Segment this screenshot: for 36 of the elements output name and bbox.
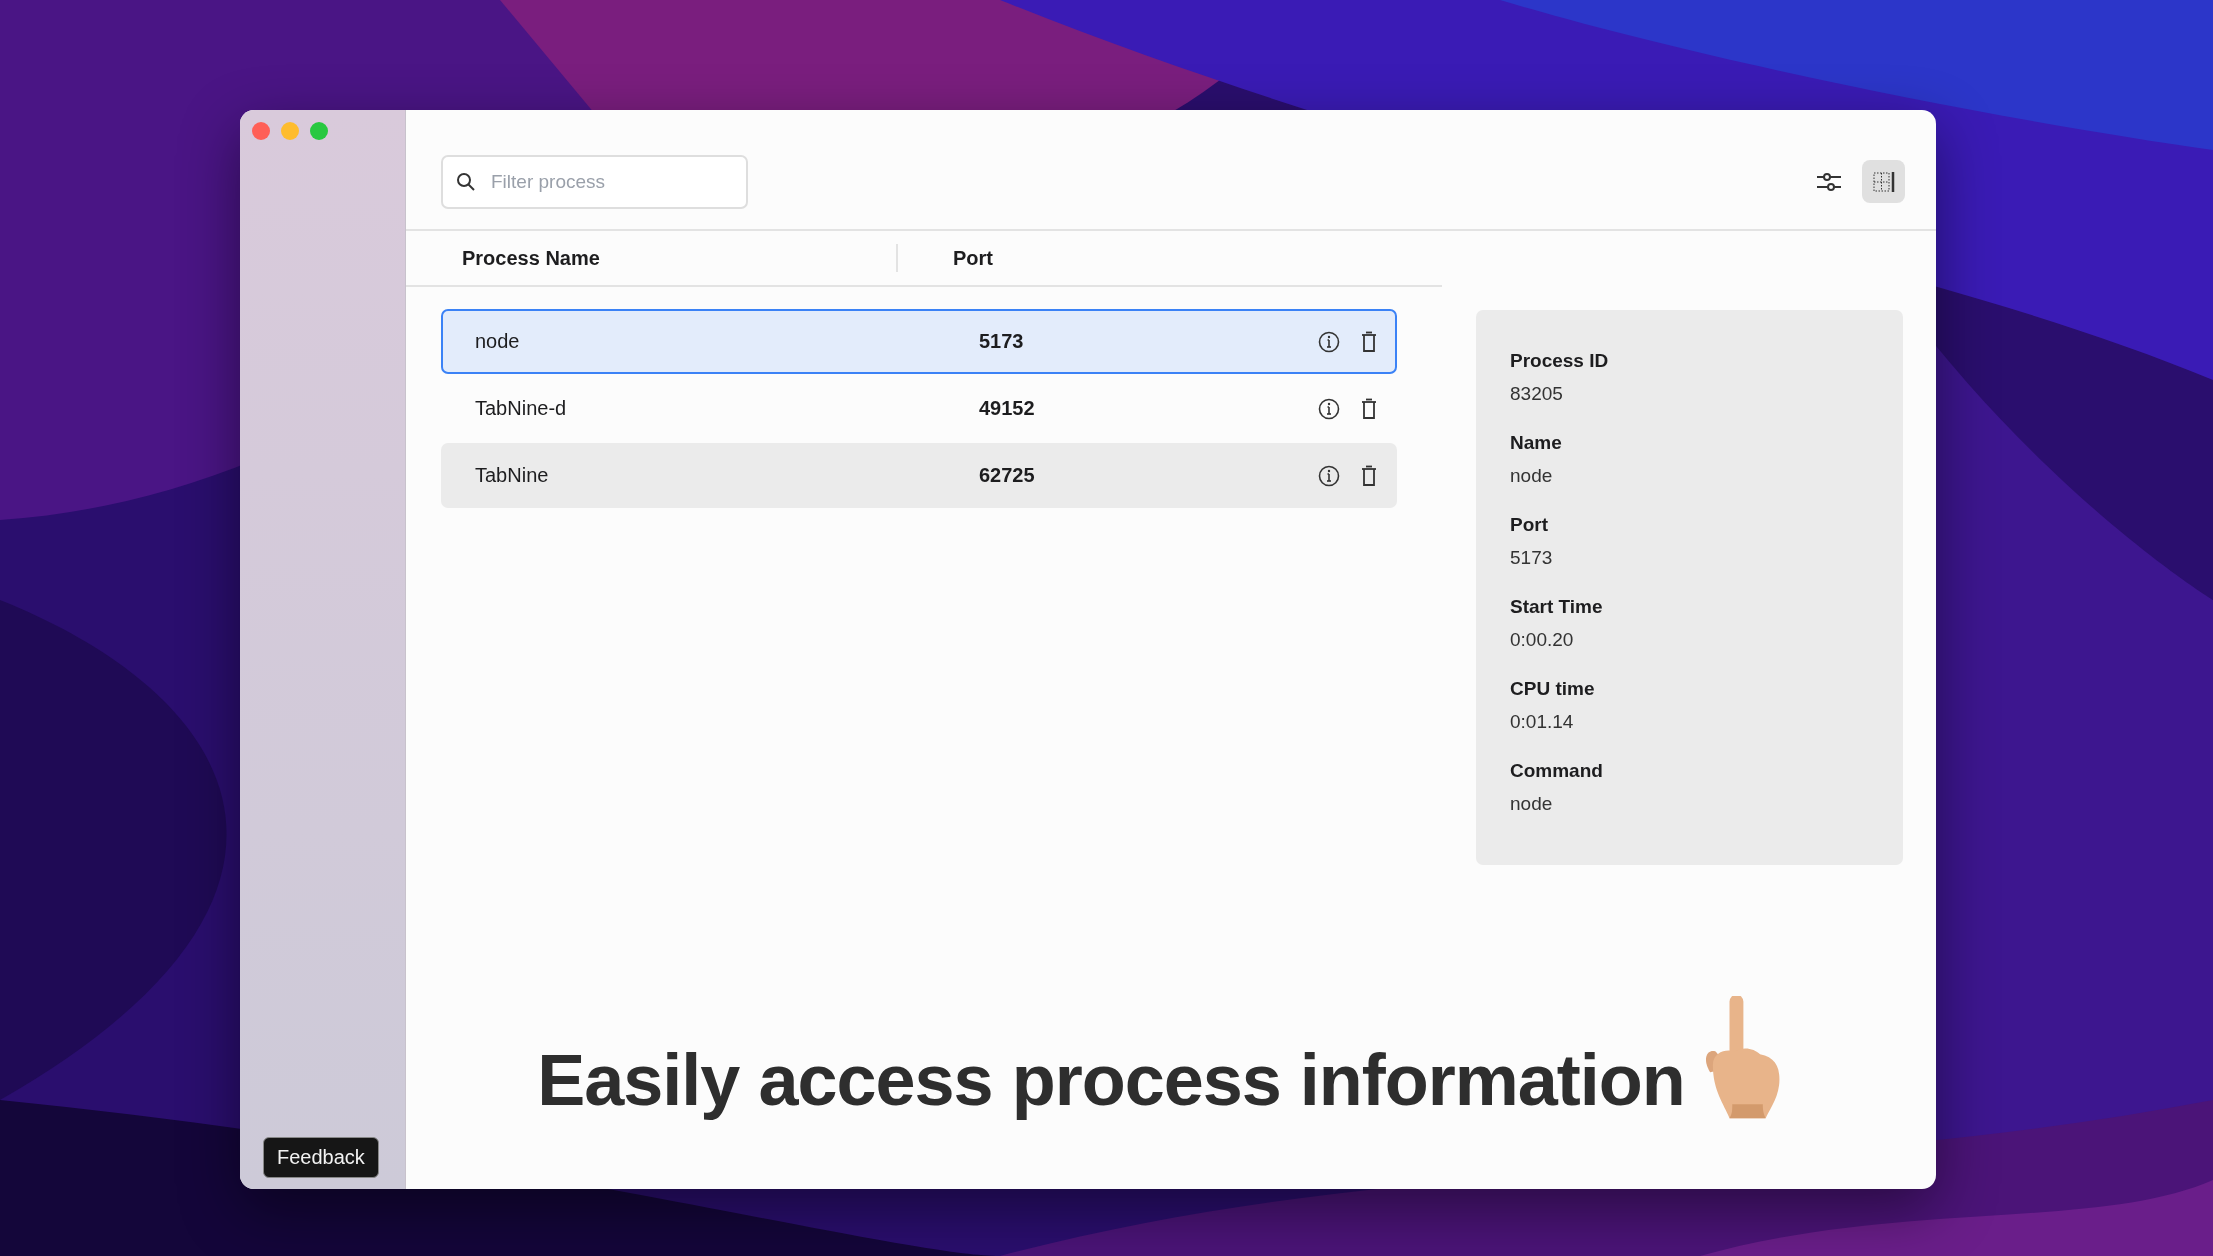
detail-value: 83205	[1510, 383, 1564, 405]
detail-label: Process ID	[1510, 350, 1610, 372]
detail-value: 0:00.20	[1510, 629, 1575, 651]
detail-label: Name	[1510, 432, 1563, 454]
port-number: 5173	[978, 330, 1025, 353]
process-name: TabNine-d	[474, 397, 568, 420]
process-name: node	[474, 330, 521, 353]
trash-icon	[1361, 464, 1378, 487]
detail-label: CPU time	[1510, 678, 1596, 700]
detail-value: 5173	[1510, 547, 1554, 569]
process-row[interactable]: node 5173	[441, 309, 1397, 374]
process-row[interactable]: TabNine-d 49152	[441, 376, 1397, 441]
feedback-button[interactable]: Feedback	[263, 1137, 379, 1178]
caption-text: Easily access process information	[537, 1039, 1685, 1121]
info-icon	[1318, 397, 1341, 420]
info-icon	[1318, 330, 1341, 353]
layout-toggle-button[interactable]	[1862, 160, 1905, 203]
detail-value: node	[1510, 793, 1554, 815]
detail-label: Command	[1510, 760, 1604, 782]
column-header: Process Name	[462, 246, 600, 270]
trash-icon	[1361, 330, 1378, 353]
trash-icon	[1361, 397, 1378, 420]
detail-label: Port	[1510, 514, 1549, 536]
info-icon	[1318, 464, 1341, 487]
process-row[interactable]: TabNine 62725	[441, 443, 1397, 508]
port-number: 62725	[978, 464, 1036, 487]
detail-value: 0:01.14	[1510, 711, 1575, 733]
process-name: TabNine	[474, 464, 550, 487]
port-number: 49152	[978, 397, 1036, 420]
sidebar-layout-icon	[1871, 169, 1896, 194]
sliders-icon	[1815, 170, 1842, 193]
detail-value: node	[1510, 465, 1554, 487]
search-icon	[456, 171, 476, 192]
detail-label: Start Time	[1510, 596, 1604, 618]
search-field[interactable]: Filter process	[441, 154, 748, 209]
column-header: Port	[953, 246, 993, 269]
